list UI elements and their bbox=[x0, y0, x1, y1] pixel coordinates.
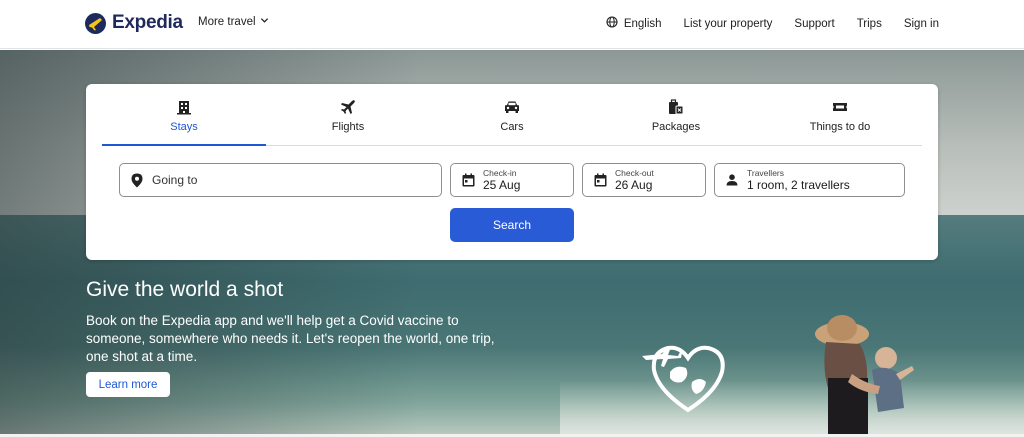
trips-link[interactable]: Trips bbox=[857, 18, 882, 30]
heart-globe-plane-icon bbox=[642, 345, 725, 413]
expedia-logo-icon bbox=[85, 12, 106, 34]
search-tabs: Stays Flights Cars Packages Things to do bbox=[102, 84, 922, 146]
luggage-icon bbox=[668, 99, 684, 115]
tab-stays[interactable]: Stays bbox=[102, 84, 266, 146]
check-out-field[interactable]: Check-out 26 Aug bbox=[582, 163, 706, 197]
travellers-value: 1 room, 2 travellers bbox=[747, 178, 850, 192]
tab-packages-label: Packages bbox=[651, 121, 701, 133]
mother-and-child-image bbox=[815, 315, 914, 434]
more-travel-label: More travel bbox=[198, 16, 256, 28]
list-your-property-link[interactable]: List your property bbox=[684, 18, 773, 30]
map-pin-icon bbox=[130, 173, 144, 187]
tab-things-to-do-label: Things to do bbox=[809, 121, 871, 133]
tab-stays-label: Stays bbox=[170, 121, 198, 133]
sign-in-link[interactable]: Sign in bbox=[904, 18, 939, 30]
travellers-field[interactable]: Travellers 1 room, 2 travellers bbox=[714, 163, 905, 197]
tab-cars-label: Cars bbox=[500, 121, 524, 133]
expedia-logo[interactable]: Expedia bbox=[85, 12, 183, 34]
calendar-icon bbox=[461, 173, 475, 187]
search-panel: Stays Flights Cars Packages Things to do bbox=[86, 84, 938, 260]
tab-packages[interactable]: Packages bbox=[594, 84, 758, 145]
learn-more-button[interactable]: Learn more bbox=[86, 372, 170, 397]
person-icon bbox=[725, 173, 739, 187]
header-nav: English List your property Support Trips… bbox=[606, 16, 939, 31]
going-to-placeholder: Going to bbox=[152, 173, 198, 187]
hero-surf bbox=[560, 380, 1024, 434]
check-out-label: Check-out bbox=[615, 168, 654, 178]
tab-flights-label: Flights bbox=[331, 121, 365, 133]
ticket-icon bbox=[832, 99, 848, 115]
language-label: English bbox=[623, 17, 662, 30]
brand-name: Expedia bbox=[112, 12, 183, 33]
travellers-label: Travellers bbox=[747, 168, 784, 178]
check-in-field[interactable]: Check-in 25 Aug bbox=[450, 163, 574, 197]
check-in-label: Check-in bbox=[483, 168, 517, 178]
more-travel-menu[interactable]: More travel bbox=[198, 16, 269, 28]
building-icon bbox=[176, 99, 192, 115]
car-icon bbox=[504, 99, 520, 115]
globe-icon bbox=[606, 16, 618, 31]
tab-flights[interactable]: Flights bbox=[266, 84, 430, 145]
support-link[interactable]: Support bbox=[794, 18, 834, 30]
calendar-icon bbox=[593, 173, 607, 187]
language-selector[interactable]: English bbox=[606, 16, 662, 31]
check-in-value: 25 Aug bbox=[483, 178, 521, 192]
check-out-value: 26 Aug bbox=[615, 178, 653, 192]
promo-title: Give the world a shot bbox=[86, 278, 284, 301]
search-button[interactable]: Search bbox=[450, 208, 574, 242]
tab-things-to-do[interactable]: Things to do bbox=[758, 84, 922, 145]
site-header: Expedia More travel English List your pr… bbox=[0, 0, 1024, 49]
promo-body: Book on the Expedia app and we'll help g… bbox=[86, 313, 495, 364]
chevron-down-icon bbox=[260, 16, 269, 28]
going-to-field[interactable]: Going to bbox=[119, 163, 442, 197]
tab-cars[interactable]: Cars bbox=[430, 84, 594, 145]
plane-icon bbox=[340, 99, 356, 115]
